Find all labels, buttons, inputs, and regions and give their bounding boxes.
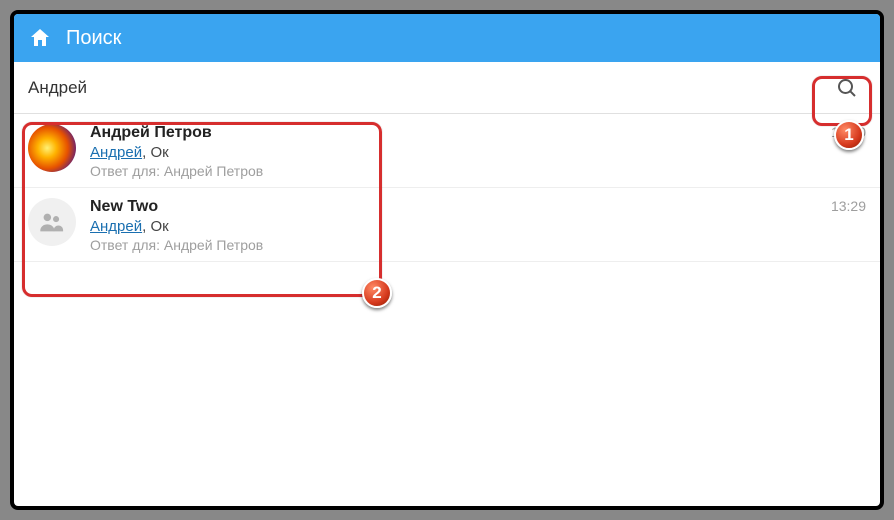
app-frame: Поиск Андрей Петров Андрей, Ок Ответ для… <box>10 10 884 510</box>
annotation-badge-2: 2 <box>362 278 392 308</box>
result-content: New Two Андрей, Ок Ответ для: Андрей Пет… <box>90 198 866 253</box>
result-time: 13:29 <box>831 198 866 214</box>
result-time: 13:20 <box>831 124 866 140</box>
avatar <box>28 198 76 246</box>
message-rest: , Ок <box>142 218 169 235</box>
result-name: Андрей Петров <box>90 124 866 142</box>
result-row[interactable]: New Two Андрей, Ок Ответ для: Андрей Пет… <box>14 188 880 262</box>
header-title: Поиск <box>66 27 121 50</box>
avatar <box>28 124 76 172</box>
search-results: Андрей Петров Андрей, Ок Ответ для: Андр… <box>14 114 880 262</box>
home-icon[interactable] <box>28 26 52 50</box>
result-reply: Ответ для: Андрей Петров <box>90 237 866 253</box>
result-message: Андрей, Ок <box>90 218 866 235</box>
search-input[interactable] <box>28 78 828 98</box>
result-name: New Two <box>90 198 866 216</box>
search-bar <box>14 62 880 114</box>
result-row[interactable]: Андрей Петров Андрей, Ок Ответ для: Андр… <box>14 114 880 188</box>
result-reply: Ответ для: Андрей Петров <box>90 163 866 179</box>
result-content: Андрей Петров Андрей, Ок Ответ для: Андр… <box>90 124 866 179</box>
mention-link[interactable]: Андрей <box>90 218 142 235</box>
search-icon[interactable] <box>828 69 866 107</box>
app-header: Поиск <box>14 14 880 62</box>
mention-link[interactable]: Андрей <box>90 144 142 161</box>
result-message: Андрей, Ок <box>90 144 866 161</box>
message-rest: , Ок <box>142 144 169 161</box>
